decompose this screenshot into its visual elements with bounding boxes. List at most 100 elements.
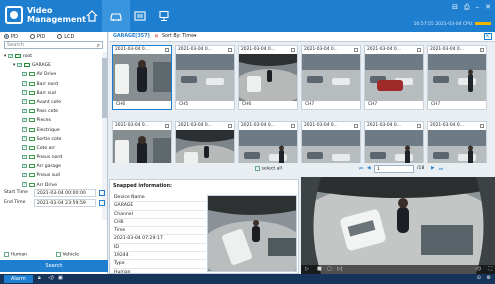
checkbox-icon[interactable]	[17, 61, 22, 69]
tree-camera-item[interactable]: Sortie cote	[0, 134, 101, 144]
human-filter[interactable]: Human	[4, 252, 27, 258]
checkbox-icon[interactable]	[228, 124, 232, 128]
checkbox-icon[interactable]	[417, 48, 421, 52]
checkbox-icon[interactable]	[8, 52, 13, 60]
fullscreen-icon[interactable]: ⛶	[488, 266, 492, 272]
checkbox-icon[interactable]	[165, 48, 169, 52]
page-input[interactable]: 1	[374, 165, 414, 173]
calendar-icon[interactable]	[99, 200, 105, 206]
scroll-thumb[interactable]	[102, 58, 107, 118]
screen-icon[interactable]: ⊟	[452, 3, 458, 12]
snapshot-thumbnail[interactable]: 2021-03-04 0...	[427, 121, 487, 163]
tree-camera-item[interactable]: Pneus sud	[0, 171, 101, 180]
tree-camera-item[interactable]: Pieces	[0, 116, 101, 125]
tab-garage[interactable]: GARAGE[357]	[113, 34, 150, 39]
checkbox-icon[interactable]	[228, 48, 232, 52]
checkbox-icon[interactable]	[22, 79, 27, 88]
tree-camera-item[interactable]: Barr sud	[0, 88, 101, 98]
export-icon[interactable]: ⇱	[484, 33, 492, 40]
checkbox-icon[interactable]	[22, 171, 27, 179]
snapshot-thumbnail[interactable]: 2021-03-04 0... CH6	[238, 45, 298, 110]
tree-camera-item[interactable]: Pass cote	[0, 107, 101, 116]
checkbox-icon[interactable]	[22, 88, 27, 97]
lock-icon[interactable]: ⎙	[464, 3, 470, 12]
first-page-icon[interactable]: ⏮	[359, 166, 363, 172]
search-button[interactable]: Search	[0, 260, 108, 272]
start-time-row: Start Time 2021-03-04 00:00:00	[0, 189, 108, 198]
checkbox-icon[interactable]	[354, 48, 358, 52]
snapshot-thumbnail[interactable]: 2021-03-04 0... CH7	[301, 45, 361, 110]
tree-camera-item[interactable]: Arr garage	[0, 162, 101, 171]
calendar-icon[interactable]	[99, 190, 105, 196]
tree-camera-item[interactable]: Electrique	[0, 125, 101, 135]
snapshot-thumbnail[interactable]: 2021-03-04 0...	[112, 121, 172, 163]
next-frame-icon[interactable]: ▷|	[337, 266, 343, 272]
checkbox-icon[interactable]	[165, 124, 169, 128]
settings-icon[interactable]: ⚙	[487, 275, 491, 281]
nav-layout-button[interactable]	[150, 0, 178, 32]
camera-icon	[28, 164, 35, 169]
select-all[interactable]: select all	[255, 166, 282, 172]
next-page-icon[interactable]: ▶	[431, 166, 435, 171]
tree-folder-item[interactable]: ▾ GARAGE	[0, 61, 101, 70]
checkbox-icon[interactable]	[22, 180, 27, 189]
play-icon[interactable]: ▷	[305, 266, 309, 272]
last-page-icon[interactable]: ⏭	[439, 166, 443, 172]
video-player[interactable]: ▷ ■ ▢ ▷| ◁) ⛶	[301, 177, 495, 274]
snapshot-thumbnail[interactable]: 2021-03-04 0...	[301, 121, 361, 163]
snapshot-thumbnail[interactable]: 2021-03-04 0... CH5	[175, 45, 235, 110]
close-tab-icon[interactable]: ✕	[154, 33, 159, 40]
tree-folder-item[interactable]: ▾ root	[0, 52, 101, 61]
stop-icon[interactable]: ■	[317, 266, 322, 272]
search-input[interactable]: Search ⌕	[4, 41, 103, 49]
checkbox-icon[interactable]	[22, 98, 27, 106]
sort-dropdown[interactable]: Sort By: Time▾	[162, 34, 196, 39]
close-icon[interactable]: ✕	[485, 3, 491, 12]
snapshot-thumbnail[interactable]: 2021-03-04 0... CH6	[112, 45, 172, 110]
thumbnail-date: 2021-03-04 0...	[302, 122, 360, 130]
alarm-button[interactable]: Alarm	[4, 275, 33, 283]
checkbox-icon[interactable]	[291, 124, 295, 128]
snapshot-thumbnail[interactable]: 2021-03-04 0...	[175, 121, 235, 163]
checkbox-icon[interactable]	[480, 124, 484, 128]
snapshot-thumbnail[interactable]: 2021-03-04 0...	[364, 121, 424, 163]
tree-camera-item[interactable]: Avant cote	[0, 98, 101, 107]
prev-page-icon[interactable]: ◀	[367, 166, 371, 171]
tree-camera-item[interactable]: Barr nord	[0, 79, 101, 89]
pin-icon[interactable]: ⊙	[477, 275, 481, 281]
snapped-info-panel: Snapped information: Device Name GARAGE Ch…	[109, 179, 299, 277]
checkbox-icon[interactable]	[22, 125, 27, 133]
mode-pid[interactable]: PID	[29, 34, 45, 40]
speaker-icon[interactable]: ◁)	[48, 275, 54, 281]
checkbox-icon[interactable]	[480, 48, 484, 52]
checkbox-icon[interactable]	[354, 124, 358, 128]
vehicle-filter[interactable]: Vehicle	[56, 252, 79, 258]
checkbox-icon[interactable]	[22, 107, 27, 115]
snapshot-thumbnail[interactable]: 2021-03-04 0... CH7	[364, 45, 424, 110]
lock-icon[interactable]: 🔒︎	[38, 275, 41, 281]
checkbox-icon[interactable]	[22, 70, 27, 78]
chevron-down-icon[interactable]: ▾	[4, 54, 6, 59]
checkbox-icon[interactable]	[22, 116, 27, 124]
checkbox-icon[interactable]	[417, 124, 421, 128]
checkbox-icon[interactable]	[22, 134, 27, 143]
checkbox-icon[interactable]	[291, 48, 295, 52]
tree-camera-item[interactable]: Pneus nord	[0, 153, 101, 162]
chevron-down-icon[interactable]: ▾	[13, 63, 15, 68]
mode-lcd[interactable]: LCD	[57, 34, 74, 40]
start-time-field[interactable]: 2021-03-04 00:00:00	[34, 189, 96, 197]
snapshot-thumbnail[interactable]: 2021-03-04 0...	[238, 121, 298, 163]
window-icon[interactable]: ▣	[58, 275, 63, 281]
checkbox-icon[interactable]	[22, 144, 27, 152]
tree-camera-item[interactable]: AV Drive	[0, 70, 101, 79]
end-time-field[interactable]: 2021-03-04 23:59:59	[34, 199, 96, 207]
tree-camera-item[interactable]: Cote arr	[0, 144, 101, 153]
checkbox-icon[interactable]	[22, 162, 27, 170]
minimize-icon[interactable]: –	[476, 3, 480, 12]
snap-info-row: GARAGE	[113, 202, 206, 211]
snapshot-thumbnail[interactable]: 2021-03-04 0... CH7	[427, 45, 487, 110]
volume-icon[interactable]: ◁)	[475, 266, 481, 272]
mode-pd[interactable]: PD	[4, 34, 18, 40]
pause-icon[interactable]: ▢	[327, 266, 332, 272]
checkbox-icon[interactable]	[22, 153, 27, 161]
